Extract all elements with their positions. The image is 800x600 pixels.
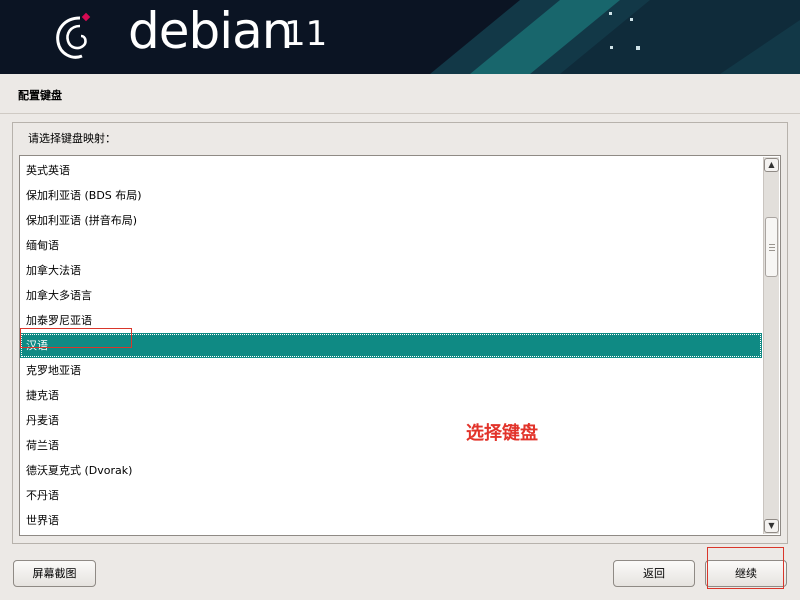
annotation-highlight-selected-item [20,328,132,348]
annotation-label: 选择键盘 [466,423,538,444]
header-divider [0,113,800,114]
banner-background-graphic [430,0,800,74]
list-item[interactable]: 加拿大多语言 [20,283,762,308]
list-item[interactable]: 缅甸语 [20,233,762,258]
debian-version: 11 [284,14,328,54]
scroll-up-arrow-icon[interactable]: ▲ [764,158,779,172]
list-item[interactable]: 丹麦语 [20,408,762,433]
back-button[interactable]: 返回 [613,560,695,587]
debian-header-banner: debian 11 [0,0,800,74]
thumb-grip-line [769,250,775,251]
list-item[interactable]: 英式英语 [20,158,762,183]
list-item[interactable]: 德沃夏克式 (Dvorak) [20,458,762,483]
thumb-grip-line [769,244,775,245]
scrollbar-thumb[interactable] [765,217,778,277]
list-item[interactable]: 加拿大法语 [20,258,762,283]
keymap-listbox[interactable]: 英式英语 保加利亚语 (BDS 布局) 保加利亚语 (拼音布局) 缅甸语 加拿大… [19,155,781,536]
keymap-prompt: 请选择键盘映射： [28,132,116,145]
annotation-highlight-continue-button [707,547,784,589]
list-item[interactable]: 捷克语 [20,383,762,408]
page-title: 配置键盘 [18,89,62,102]
list-item[interactable]: 不丹语 [20,483,762,508]
list-item[interactable]: 世界语 [20,508,762,533]
scroll-down-arrow-icon[interactable]: ▼ [764,519,779,533]
list-item[interactable]: 克罗地亚语 [20,358,762,383]
vertical-scrollbar[interactable]: ▲ ▼ [763,157,779,534]
thumb-grip-line [769,247,775,248]
debian-swirl-logo-icon [56,12,91,59]
screenshot-button[interactable]: 屏幕截图 [13,560,96,587]
list-item[interactable]: 保加利亚语 (BDS 布局) [20,183,762,208]
list-item[interactable]: 保加利亚语 (拼音布局) [20,208,762,233]
list-item[interactable]: 荷兰语 [20,433,762,458]
debian-wordmark: debian [128,2,293,60]
